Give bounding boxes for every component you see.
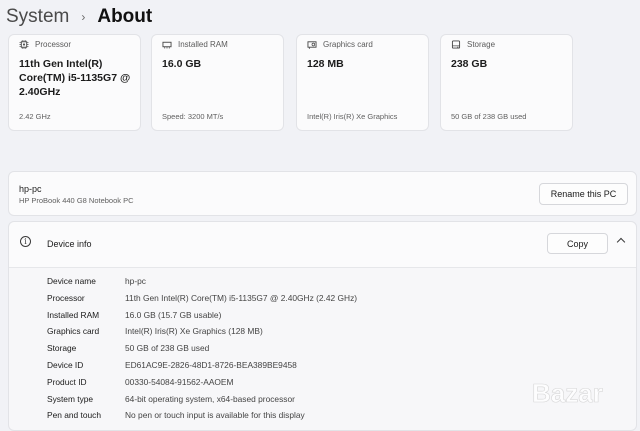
- pc-name: hp-pc: [19, 184, 42, 194]
- ram-card: Installed RAM 16.0 GB Speed: 3200 MT/s: [151, 34, 284, 131]
- spec-value: 11th Gen Intel(R) Core(TM) i5-1135G7 @ 2…: [125, 293, 358, 303]
- copy-button[interactable]: Copy: [547, 233, 608, 254]
- storage-detail: 50 GB of 238 GB used: [451, 112, 527, 121]
- spec-key: System type: [47, 394, 94, 404]
- chevron-up-icon[interactable]: [616, 237, 626, 247]
- graphics-value: 128 MB: [307, 58, 344, 70]
- processor-card: Processor 11th Gen Intel(R) Core(TM) i5-…: [8, 34, 141, 131]
- storage-label: Storage: [467, 40, 496, 49]
- processor-label: Processor: [35, 40, 72, 49]
- processor-detail: 2.42 GHz: [19, 112, 51, 121]
- device-name-panel: hp-pc HP ProBook 440 G8 Notebook PC Rena…: [8, 171, 637, 216]
- pc-model: HP ProBook 440 G8 Notebook PC: [19, 196, 134, 205]
- processor-value: 11th Gen Intel(R) Core(TM) i5-1135G7 @ 2…: [19, 58, 131, 98]
- spec-key: Storage: [47, 343, 77, 353]
- spec-value: ED61AC9E-2826-48D1-8726-BEA389BE9458: [125, 360, 297, 370]
- spec-key: Product ID: [47, 377, 87, 387]
- breadcrumb: System › About: [6, 4, 152, 30]
- graphics-label: Graphics card: [323, 40, 373, 49]
- info-icon: i: [20, 236, 31, 247]
- breadcrumb-separator-icon: ›: [81, 10, 86, 24]
- spec-key: Installed RAM: [47, 310, 100, 320]
- spec-key: Device ID: [47, 360, 84, 370]
- spec-row-storage: Storage 50 GB of 238 GB used: [47, 343, 209, 360]
- spec-key: Device name: [47, 276, 96, 286]
- device-info-title: Device info: [47, 239, 92, 249]
- storage-value: 238 GB: [451, 58, 488, 70]
- graphics-card: Graphics card 128 MB Intel(R) Iris(R) Xe…: [296, 34, 429, 131]
- spec-row-installed-ram: Installed RAM 16.0 GB (15.7 GB usable): [47, 310, 221, 327]
- spec-key: Graphics card: [47, 326, 100, 336]
- spec-key: Processor: [47, 293, 85, 303]
- breadcrumb-system[interactable]: System: [6, 6, 69, 28]
- storage-card: Storage 238 GB 50 GB of 238 GB used: [440, 34, 573, 131]
- spec-row-device-id: Device ID ED61AC9E-2826-48D1-8726-BEA389…: [47, 360, 297, 377]
- spec-row-processor: Processor 11th Gen Intel(R) Core(TM) i5-…: [47, 293, 357, 310]
- spec-value: Intel(R) Iris(R) Xe Graphics (128 MB): [125, 326, 263, 336]
- spec-value: 16.0 GB (15.7 GB usable): [125, 310, 222, 320]
- spec-row-graphics-card: Graphics card Intel(R) Iris(R) Xe Graphi…: [47, 326, 263, 343]
- storage-icon: [451, 40, 461, 49]
- ram-value: 16.0 GB: [162, 58, 202, 70]
- spec-row-pen-and-touch: Pen and touch No pen or touch input is a…: [47, 410, 305, 427]
- bazar-watermark-logo: Bazar: [532, 378, 603, 409]
- spec-row-product-id: Product ID 00330-54084-91562-AAOEM: [47, 377, 233, 394]
- spec-value: hp-pc: [125, 276, 146, 286]
- page-title: About: [97, 6, 153, 27]
- spec-row-system-type: System type 64-bit operating system, x64…: [47, 394, 295, 411]
- ram-label: Installed RAM: [178, 40, 228, 49]
- ram-icon: [162, 41, 172, 49]
- spec-value: 00330-54084-91562-AAOEM: [125, 377, 234, 387]
- spec-value: 64-bit operating system, x64-based proce…: [125, 394, 295, 404]
- graphics-card-icon: [307, 41, 317, 49]
- spec-row-device-name: Device name hp-pc: [47, 276, 146, 293]
- spec-value: No pen or touch input is available for t…: [125, 410, 305, 420]
- rename-pc-button[interactable]: Rename this PC: [539, 183, 628, 205]
- spec-value: 50 GB of 238 GB used: [125, 343, 210, 353]
- processor-icon: [19, 40, 29, 49]
- ram-detail: Speed: 3200 MT/s: [162, 112, 224, 121]
- spec-key: Pen and touch: [47, 410, 102, 420]
- device-info-header[interactable]: i Device info Copy: [9, 222, 636, 268]
- svg-text:Bazar: Bazar: [532, 378, 603, 408]
- graphics-detail: Intel(R) Iris(R) Xe Graphics: [307, 112, 398, 121]
